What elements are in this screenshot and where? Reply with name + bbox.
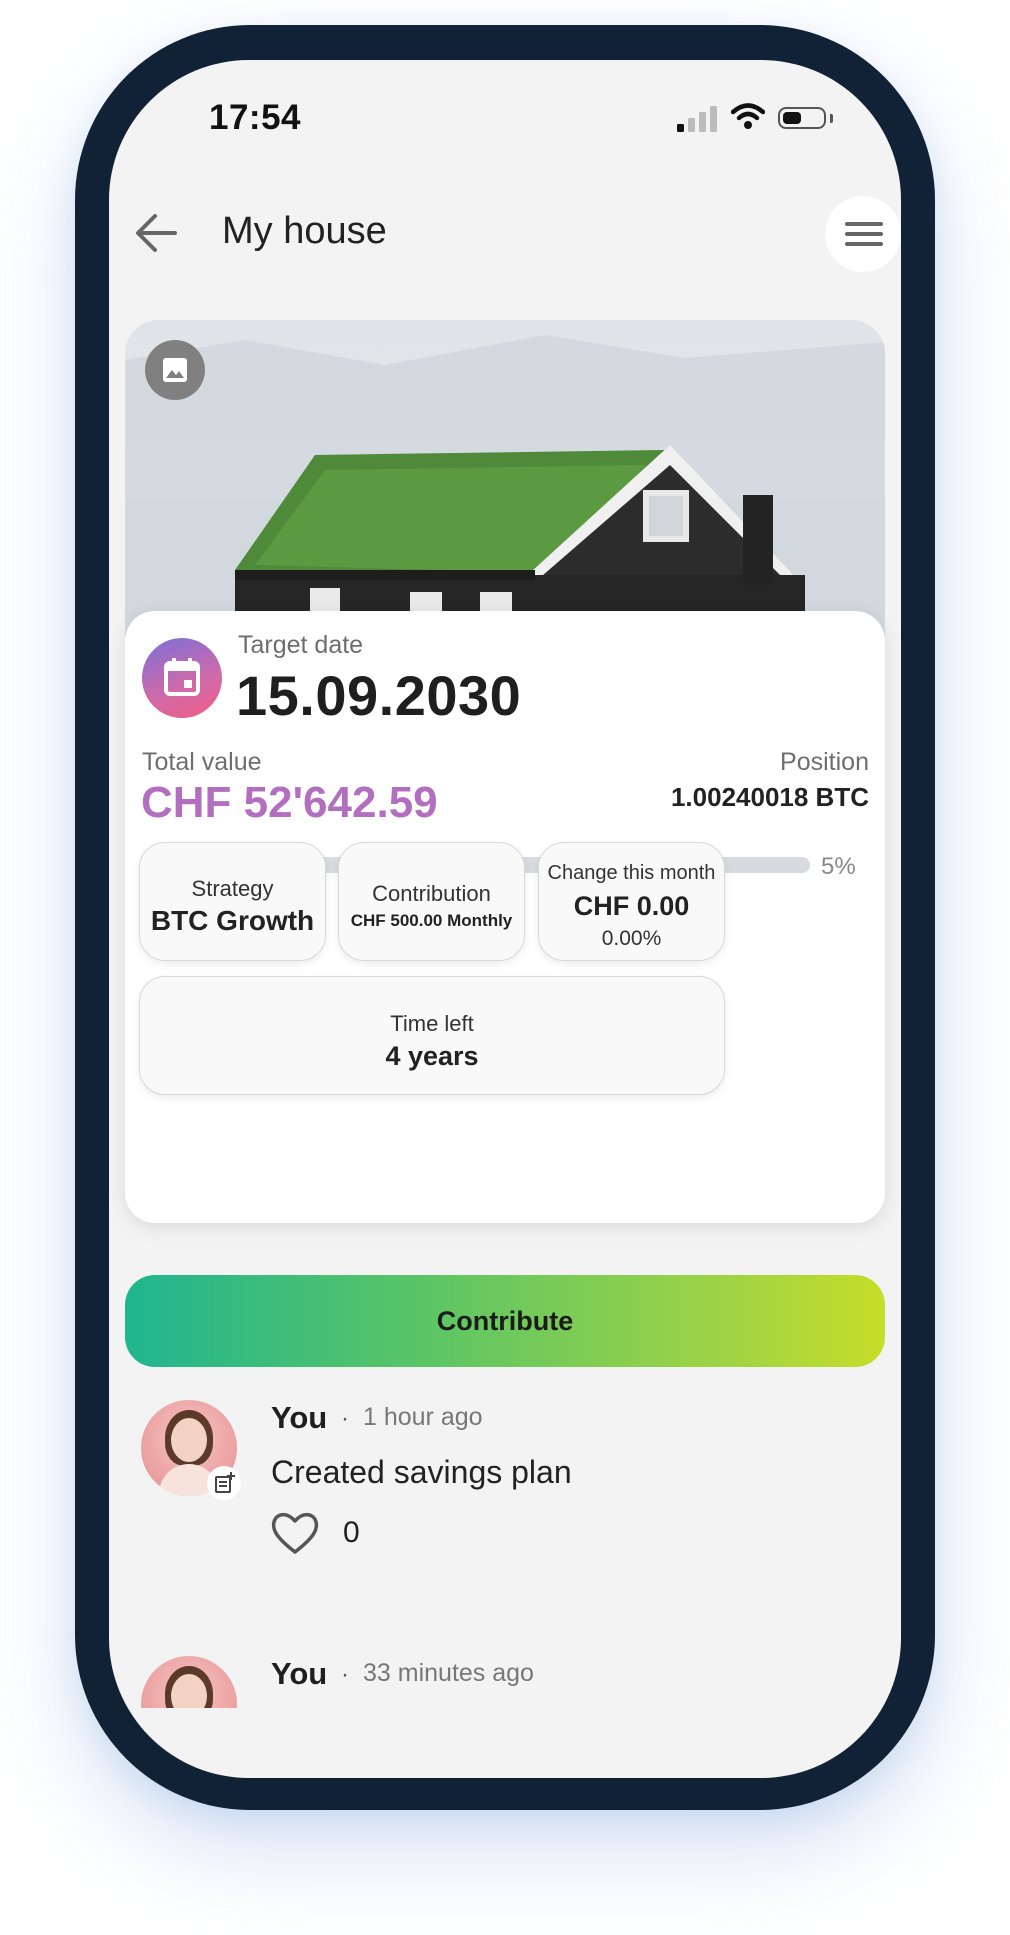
- contribution-tile[interactable]: Contribution CHF 500.00 Monthly: [338, 842, 525, 961]
- position-label: Position: [780, 748, 869, 776]
- goal-summary-card: Target date 15.09.2030 Total value CHF 5…: [125, 611, 885, 1223]
- change-month-percent: 0.00%: [601, 927, 662, 950]
- wifi-icon: [731, 103, 765, 129]
- hamburger-menu-icon: [845, 222, 883, 226]
- total-value-amount: CHF 52'642.59: [141, 778, 438, 827]
- change-photo-button[interactable]: [145, 340, 205, 400]
- battery-tip: [830, 114, 833, 123]
- strategy-tile[interactable]: Strategy BTC Growth: [139, 842, 326, 961]
- post-badge: [207, 1466, 241, 1500]
- battery-icon: [778, 107, 826, 129]
- feed-author: You: [271, 1400, 328, 1435]
- house-illustration: [125, 320, 885, 650]
- heart-outline-icon[interactable]: [269, 1508, 321, 1556]
- goal-progress-percent: 5%: [821, 853, 856, 880]
- total-value-label: Total value: [142, 748, 262, 776]
- time-left-value: 4 years: [385, 1041, 479, 1071]
- signal-icon: [677, 106, 717, 132]
- target-date-value: 15.09.2030: [236, 664, 522, 727]
- feed-text: Created savings plan: [271, 1454, 572, 1490]
- contribution-label: Contribution: [372, 881, 491, 906]
- calendar-badge: [142, 638, 222, 718]
- feed-author: You: [271, 1656, 328, 1691]
- arrow-left-icon[interactable]: [133, 210, 179, 256]
- change-month-tile[interactable]: Change this month CHF 0.00 0.00%: [538, 842, 725, 961]
- strategy-label: Strategy: [191, 876, 274, 901]
- change-month-value: CHF 0.00: [573, 891, 690, 921]
- like-count: 0: [343, 1516, 360, 1549]
- strategy-value: BTC Growth: [150, 905, 315, 936]
- contribution-value: CHF 500.00 Monthly: [350, 911, 513, 930]
- feed-time: 1 hour ago: [363, 1403, 483, 1431]
- position-value: 1.00240018 BTC: [670, 782, 869, 812]
- menu-button[interactable]: [825, 196, 901, 272]
- feed-time: 33 minutes ago: [363, 1659, 534, 1687]
- image-icon: [163, 358, 187, 382]
- feed-separator: ·: [341, 1661, 349, 1688]
- change-month-label: Change this month: [547, 862, 716, 884]
- time-left-tile[interactable]: Time left 4 years: [139, 976, 725, 1095]
- contribute-button[interactable]: Contribute: [125, 1275, 885, 1367]
- goal-photo: [125, 320, 885, 650]
- status-time: 17:54: [209, 98, 302, 137]
- app-screen: 17:54 My house Target date 15.09.2030 To…: [109, 60, 901, 1778]
- feed-separator: ·: [341, 1405, 349, 1432]
- calendar-icon: [164, 658, 200, 696]
- avatar[interactable]: [141, 1656, 237, 1708]
- time-left-label: Time left: [390, 1011, 474, 1036]
- page-title: My house: [222, 210, 387, 252]
- target-date-label: Target date: [238, 631, 364, 659]
- note-add-icon: [215, 1472, 235, 1493]
